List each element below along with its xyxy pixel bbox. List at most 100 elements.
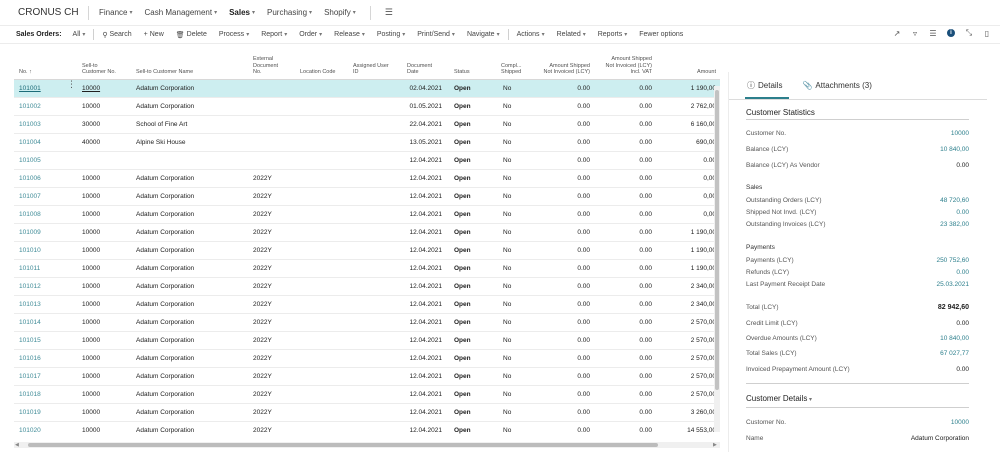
fb-value[interactable]: 10000 — [951, 419, 969, 426]
hamburger-menu-icon[interactable]: ☰ — [375, 7, 403, 18]
delete-button[interactable]: 🗑 Delete — [170, 31, 213, 39]
tab-attachments[interactable]: 📎 Attachments (3) — [782, 81, 871, 90]
menu-reports[interactable]: Reports ▾ — [592, 31, 634, 38]
row-actions-icon[interactable]: ⋮ — [67, 80, 76, 89]
cell-no[interactable]: 101010 — [19, 247, 41, 254]
fb-value[interactable]: 48 720,60 — [940, 197, 969, 204]
new-button[interactable]: + New — [138, 31, 170, 38]
table-row[interactable]: 101014 10000 Adatum Corporation 2022Y 12.04.… — [14, 314, 720, 332]
bookmark-icon[interactable]: ▯ — [982, 28, 992, 38]
fb-value[interactable]: 0.00 — [956, 209, 969, 216]
cell-customer-no[interactable]: 10000 — [82, 103, 100, 110]
nav-finance[interactable]: Finance ▾ — [93, 8, 138, 17]
tab-details[interactable]: ⓘ Details — [729, 80, 782, 91]
menu-report[interactable]: Report ▾ — [255, 31, 293, 38]
menu-print-send[interactable]: Print/Send ▾ — [411, 31, 461, 38]
scroll-right-icon[interactable]: ▶ — [713, 442, 717, 448]
share-icon[interactable]: ↗ — [892, 28, 902, 38]
cell-customer-no[interactable]: 10000 — [82, 211, 100, 218]
fb-value[interactable]: 10 840,00 — [940, 146, 969, 153]
collapse-icon[interactable]: ⤡ — [964, 28, 974, 38]
fewer-options-button[interactable]: Fewer options — [633, 31, 689, 38]
menu-navigate[interactable]: Navigate ▾ — [461, 31, 506, 38]
cell-no[interactable]: 101003 — [19, 121, 41, 128]
cell-no[interactable]: 101015 — [19, 337, 41, 344]
cell-no[interactable]: 101001 — [19, 85, 41, 92]
customer-details-toggle[interactable]: Customer Details ▾ — [746, 394, 812, 403]
filter-icon[interactable]: ▿ — [910, 28, 920, 38]
scroll-left-icon[interactable]: ◀ — [15, 442, 19, 448]
cell-customer-no[interactable]: 10000 — [82, 85, 100, 92]
header-external-document-no[interactable]: External Document No. — [253, 56, 278, 76]
table-row[interactable]: 101019 10000 Adatum Corporation 2022Y 12.04.… — [14, 404, 720, 422]
table-row[interactable]: 101008 10000 Adatum Corporation 2022Y 12.04.… — [14, 206, 720, 224]
cell-customer-no[interactable]: 10000 — [82, 265, 100, 272]
company-name[interactable]: CRONUS CH — [0, 7, 88, 18]
cell-customer-no[interactable]: 10000 — [82, 427, 100, 434]
table-row[interactable]: 101006 10000 Adatum Corporation 2022Y 12.04.… — [14, 170, 720, 188]
cell-no[interactable]: 101002 — [19, 103, 41, 110]
cell-no[interactable]: 101014 — [19, 319, 41, 326]
fb-value[interactable]: 0.00 — [956, 269, 969, 276]
cell-customer-no[interactable]: 10000 — [82, 409, 100, 416]
fb-value[interactable]: 250 752,60 — [936, 257, 969, 264]
table-row[interactable]: 101013 10000 Adatum Corporation 2022Y 12.04.… — [14, 296, 720, 314]
table-row[interactable]: 101016 10000 Adatum Corporation 2022Y 12.04.… — [14, 350, 720, 368]
cell-customer-no[interactable]: 10000 — [82, 391, 100, 398]
header-sell-to-customer-no[interactable]: Sell-to Customer No. — [82, 63, 116, 76]
search-button[interactable]: ⚲ Search — [96, 31, 137, 39]
cell-customer-no[interactable]: 10000 — [82, 301, 100, 308]
table-row[interactable]: 101007 10000 Adatum Corporation 2022Y 12.04.… — [14, 188, 720, 206]
fb-value[interactable]: 10 840,00 — [940, 335, 969, 342]
header-amount-shipped-not-invoiced[interactable]: Amount Shipped Not Invoiced (LCY) — [544, 63, 590, 76]
table-row[interactable]: 101010 10000 Adatum Corporation 2022Y 12.04.… — [14, 242, 720, 260]
cell-no[interactable]: 101017 — [19, 373, 41, 380]
cell-no[interactable]: 101005 — [19, 157, 41, 164]
table-row[interactable]: 101001 10000 Adatum Corporation 02.04.2021 O… — [14, 80, 720, 98]
cell-no[interactable]: 101012 — [19, 283, 41, 290]
menu-posting[interactable]: Posting ▾ — [371, 31, 411, 38]
header-completely-shipped[interactable]: Compl... Shipped — [501, 63, 521, 76]
fb-value[interactable]: 25.03.2021 — [936, 281, 969, 288]
cell-customer-no[interactable]: 10000 — [82, 319, 100, 326]
header-amount-shipped-not-invoiced-vat[interactable]: Amount Shipped Not Invoiced (LCY) Incl. … — [606, 56, 652, 76]
cell-no[interactable]: 101004 — [19, 139, 41, 146]
cell-customer-no[interactable]: 10000 — [82, 283, 100, 290]
cell-no[interactable]: 101007 — [19, 193, 41, 200]
table-row[interactable]: 101003 30000 School of Fine Art 22.04.2021 O… — [14, 116, 720, 134]
cell-customer-no[interactable]: 10000 — [82, 175, 100, 182]
nav-purchasing[interactable]: Purchasing ▾ — [261, 8, 318, 17]
menu-release[interactable]: Release ▾ — [328, 31, 371, 38]
header-document-date[interactable]: Document Date — [407, 63, 432, 76]
table-row[interactable]: 101018 10000 Adatum Corporation 2022Y 12.04.… — [14, 386, 720, 404]
list-view-icon[interactable]: ☰ — [928, 28, 938, 38]
header-amount[interactable]: Amount — [697, 69, 716, 76]
cell-no[interactable]: 101011 — [19, 265, 40, 272]
table-row[interactable]: 101005 12.04.2021 Open No 0.00 0.00 0.00 — [14, 152, 720, 170]
nav-shopify[interactable]: Shopify ▾ — [318, 8, 362, 17]
table-row[interactable]: 101011 10000 Adatum Corporation 2022Y 12.04.… — [14, 260, 720, 278]
cell-no[interactable]: 101009 — [19, 229, 41, 236]
menu-actions[interactable]: Actions ▾ — [511, 31, 551, 38]
fb-value[interactable]: 23 382,00 — [940, 221, 969, 228]
header-sell-to-customer-name[interactable]: Sell-to Customer Name — [136, 69, 193, 76]
cell-customer-no[interactable]: 30000 — [82, 121, 100, 128]
table-row[interactable]: 101017 10000 Adatum Corporation 2022Y 12.04.… — [14, 368, 720, 386]
nav-cash-management[interactable]: Cash Management ▾ — [138, 8, 223, 17]
vertical-scrollbar-thumb[interactable] — [715, 90, 719, 390]
cell-customer-no[interactable]: 10000 — [82, 355, 100, 362]
cell-no[interactable]: 101019 — [19, 409, 41, 416]
horizontal-scrollbar-thumb[interactable] — [28, 443, 658, 447]
cell-no[interactable]: 101020 — [19, 427, 41, 434]
cell-customer-no[interactable]: 10000 — [82, 229, 100, 236]
cell-no[interactable]: 101016 — [19, 355, 41, 362]
fb-value[interactable]: 10000 — [951, 130, 969, 137]
header-status[interactable]: Status — [454, 69, 470, 76]
cell-customer-no[interactable]: 10000 — [82, 193, 100, 200]
table-row[interactable]: 101012 10000 Adatum Corporation 2022Y 12.04.… — [14, 278, 720, 296]
cell-customer-no[interactable]: 10000 — [82, 247, 100, 254]
fb-value[interactable]: 67 027,77 — [940, 350, 969, 357]
info-icon[interactable]: i — [946, 28, 956, 38]
menu-order[interactable]: Order ▾ — [293, 31, 328, 38]
cell-no[interactable]: 101006 — [19, 175, 41, 182]
